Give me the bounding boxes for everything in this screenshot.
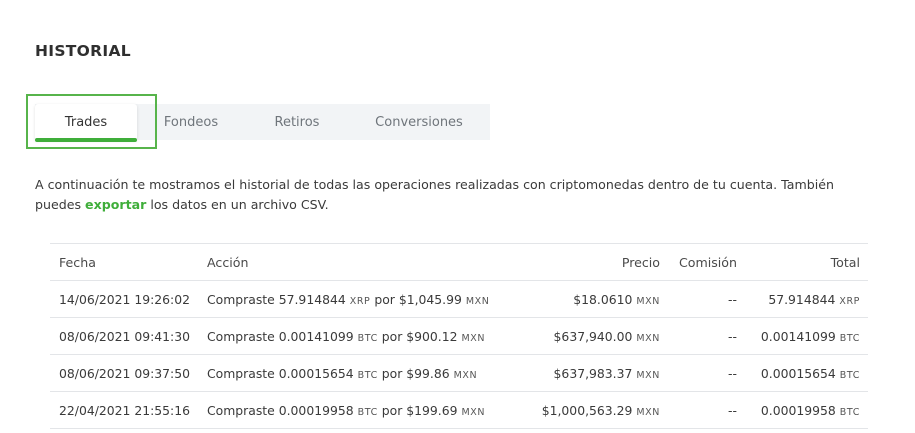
cell-precio: $637,940.00 MXN <box>527 317 660 355</box>
cell-precio: $1,000,563.29 MXN <box>527 391 660 429</box>
header-comision: Comisión <box>660 243 755 281</box>
total-unit: XRP <box>839 295 860 307</box>
accion-unit-fiat: MXN <box>461 332 486 344</box>
total-unit: BTC <box>839 406 860 418</box>
cell-fecha: 22/04/2021 21:55:16 <box>50 391 207 429</box>
precio-value: $18.0610 <box>573 291 633 307</box>
header-accion: Acción <box>207 243 527 281</box>
precio-unit: MXN <box>636 369 660 381</box>
accion-unit-fiat: MXN <box>453 369 478 381</box>
cell-fecha: 14/06/2021 19:26:02 <box>50 280 207 318</box>
precio-value: $637,940.00 <box>553 328 633 344</box>
tab-conversiones[interactable]: Conversiones <box>359 104 479 140</box>
table-row: 08/06/2021 09:37:50 Compraste 0.00015654… <box>50 354 868 392</box>
total-value: 57.914844 <box>768 291 836 307</box>
cell-comision: -- <box>660 391 755 429</box>
accion-middle: por $1,045.99 <box>374 291 462 307</box>
cell-accion: Compraste 0.00015654 BTC por $99.86 MXN <box>207 354 527 392</box>
cell-accion: Compraste 0.00141099 BTC por $900.12 MXN <box>207 317 527 355</box>
accion-unit-fiat: MXN <box>461 406 486 418</box>
history-table: Fecha Acción Precio Comisión Total 14/06… <box>50 243 868 429</box>
cell-precio: $637,983.37 MXN <box>527 354 660 392</box>
accion-middle: por $900.12 <box>381 328 458 344</box>
cell-total: 0.00141099 BTC <box>755 317 868 355</box>
cell-comision: -- <box>660 280 755 318</box>
accion-prefix: Compraste 57.914844 <box>207 291 346 307</box>
header-precio: Precio <box>527 243 660 281</box>
description-text-after: los datos en un archivo CSV. <box>146 197 329 212</box>
history-description: A continuación te mostramos el historial… <box>35 175 875 215</box>
accion-unit-crypto: BTC <box>357 332 378 344</box>
total-unit: BTC <box>839 332 860 344</box>
table-header-row: Fecha Acción Precio Comisión Total <box>50 243 868 281</box>
cell-precio: $18.0610 MXN <box>527 280 660 318</box>
table-row: 14/06/2021 19:26:02 Compraste 57.914844 X… <box>50 280 868 318</box>
accion-prefix: Compraste 0.00015654 <box>207 365 354 381</box>
total-value: 0.00015654 <box>760 365 836 381</box>
tab-retiros-label: Retiros <box>274 114 320 130</box>
accion-unit-fiat: MXN <box>465 295 490 307</box>
cell-accion: Compraste 0.00019958 BTC por $199.69 MXN <box>207 391 527 429</box>
total-value: 0.00019958 <box>760 402 836 418</box>
active-tab-indicator <box>35 138 137 142</box>
tab-conversiones-label: Conversiones <box>375 114 463 130</box>
accion-middle: por $99.86 <box>381 365 450 381</box>
cell-comision: -- <box>660 317 755 355</box>
history-tabs: Trades Fondeos Retiros Conversiones <box>35 104 490 142</box>
tab-trades[interactable]: Trades <box>35 104 137 142</box>
precio-unit: MXN <box>636 332 660 344</box>
cell-total: 57.914844 XRP <box>755 280 868 318</box>
cell-comision: -- <box>660 354 755 392</box>
tab-retiros[interactable]: Retiros <box>255 104 339 140</box>
tab-fondeos[interactable]: Fondeos <box>147 104 235 140</box>
page-title: HISTORIAL <box>35 42 131 60</box>
cell-total: 0.00019958 BTC <box>755 391 868 429</box>
precio-value: $637,983.37 <box>553 365 633 381</box>
accion-prefix: Compraste 0.00141099 <box>207 328 354 344</box>
cell-fecha: 08/06/2021 09:41:30 <box>50 317 207 355</box>
precio-value: $1,000,563.29 <box>541 402 633 418</box>
total-value: 0.00141099 <box>760 328 836 344</box>
table-row: 08/06/2021 09:41:30 Compraste 0.00141099… <box>50 317 868 355</box>
accion-prefix: Compraste 0.00019958 <box>207 402 354 418</box>
header-total: Total <box>755 243 868 281</box>
accion-unit-crypto: BTC <box>357 406 378 418</box>
cell-accion: Compraste 57.914844 XRP por $1,045.99 MXN <box>207 280 527 318</box>
table-row: 22/04/2021 21:55:16 Compraste 0.00019958… <box>50 391 868 429</box>
accion-unit-crypto: XRP <box>349 295 371 307</box>
precio-unit: MXN <box>636 295 660 307</box>
export-link[interactable]: exportar <box>85 197 146 212</box>
cell-fecha: 08/06/2021 09:37:50 <box>50 354 207 392</box>
total-unit: BTC <box>839 369 860 381</box>
header-fecha: Fecha <box>50 243 207 281</box>
accion-unit-crypto: BTC <box>357 369 378 381</box>
tab-fondeos-label: Fondeos <box>163 114 219 130</box>
accion-middle: por $199.69 <box>381 402 458 418</box>
precio-unit: MXN <box>636 406 660 418</box>
tab-trades-label: Trades <box>64 114 108 130</box>
cell-total: 0.00015654 BTC <box>755 354 868 392</box>
